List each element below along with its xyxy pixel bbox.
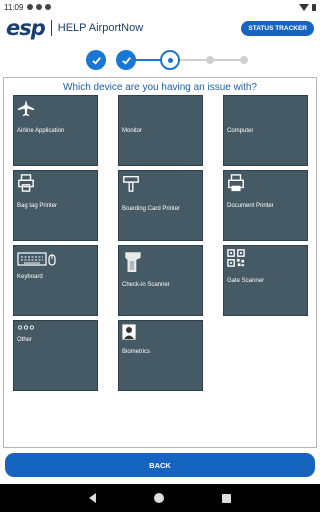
tile-label: Monitor: [122, 128, 143, 134]
tile-label: Keyboard: [17, 274, 43, 280]
tile-label: Boarding Card Printer: [122, 206, 181, 212]
tile-checkin-scanner[interactable]: Check-in Scanner: [118, 245, 203, 316]
checkin-scanner-icon: [125, 252, 141, 272]
tile-bag-tag-printer[interactable]: Bag tag Printer: [13, 170, 98, 241]
tile-gate-scanner[interactable]: Gate Scanner: [223, 245, 308, 316]
nav-recents-icon[interactable]: [222, 493, 231, 503]
tile-label: Gate Scanner: [227, 278, 265, 284]
tile-keyboard[interactable]: Keyboard: [13, 245, 98, 316]
tile-label: Computer: [227, 128, 254, 134]
device-question: Which device are you having an issue wit…: [63, 82, 257, 93]
wifi-icon: [299, 3, 309, 11]
nav-back-icon[interactable]: [89, 493, 96, 503]
back-button[interactable]: BACK: [5, 453, 315, 477]
system-nav-bar: [0, 484, 320, 512]
nav-home-icon[interactable]: [154, 493, 164, 503]
check-icon: [91, 56, 101, 65]
app-header: esp HELP AirportNow STATUS TRACKER: [0, 14, 320, 42]
tile-label: Airline Application: [17, 128, 65, 134]
step-completed-1: [86, 50, 106, 70]
tile-label: Check-in Scanner: [122, 282, 170, 288]
header-divider: [50, 20, 52, 36]
tile-label: Bag tag Printer: [17, 203, 58, 209]
device-selection-panel: Which device are you having an issue wit…: [3, 77, 317, 448]
step-pending-5: [240, 56, 248, 64]
bag-tag-printer-icon: [18, 174, 34, 192]
airplane-icon: [17, 99, 35, 117]
progress-stepper: [0, 46, 320, 74]
tile-label: Biometrics: [122, 349, 151, 355]
status-bar: 11:09: [0, 0, 320, 14]
step-current: [160, 50, 180, 70]
boarding-card-printer-icon: [123, 176, 139, 192]
notification-icon: [45, 4, 52, 10]
tile-monitor[interactable]: Monitor: [118, 95, 203, 166]
status-time: 11:09: [4, 2, 24, 12]
document-printer-icon: [228, 174, 244, 192]
esp-logo: esp: [6, 16, 46, 40]
biometrics-icon: [122, 324, 136, 340]
step-dot: [167, 57, 173, 63]
step-completed-2: [116, 50, 136, 70]
tile-boarding-card-printer[interactable]: Boarding Card Printer: [118, 170, 203, 241]
notification-icon: [27, 4, 34, 10]
step-pending-4: [206, 56, 214, 64]
tile-document-printer[interactable]: Document Printer: [223, 170, 308, 241]
keyboard-icon: [17, 252, 56, 266]
qr-code-icon: [227, 249, 245, 267]
tile-computer[interactable]: Computer: [223, 95, 308, 166]
notification-icon: [36, 4, 43, 10]
ellipsis-icon: [18, 325, 34, 330]
tile-label: Document Printer: [227, 203, 274, 209]
app-title: HELP AirportNow: [57, 22, 144, 34]
status-tracker-button[interactable]: STATUS TRACKER: [241, 20, 314, 36]
check-icon: [121, 56, 131, 65]
tile-biometrics[interactable]: Biometrics: [118, 320, 203, 391]
tile-label: Other: [17, 337, 33, 343]
tile-airline-application[interactable]: Airline Application: [13, 95, 98, 166]
battery-icon: [312, 3, 316, 11]
tile-other[interactable]: Other: [13, 320, 98, 391]
